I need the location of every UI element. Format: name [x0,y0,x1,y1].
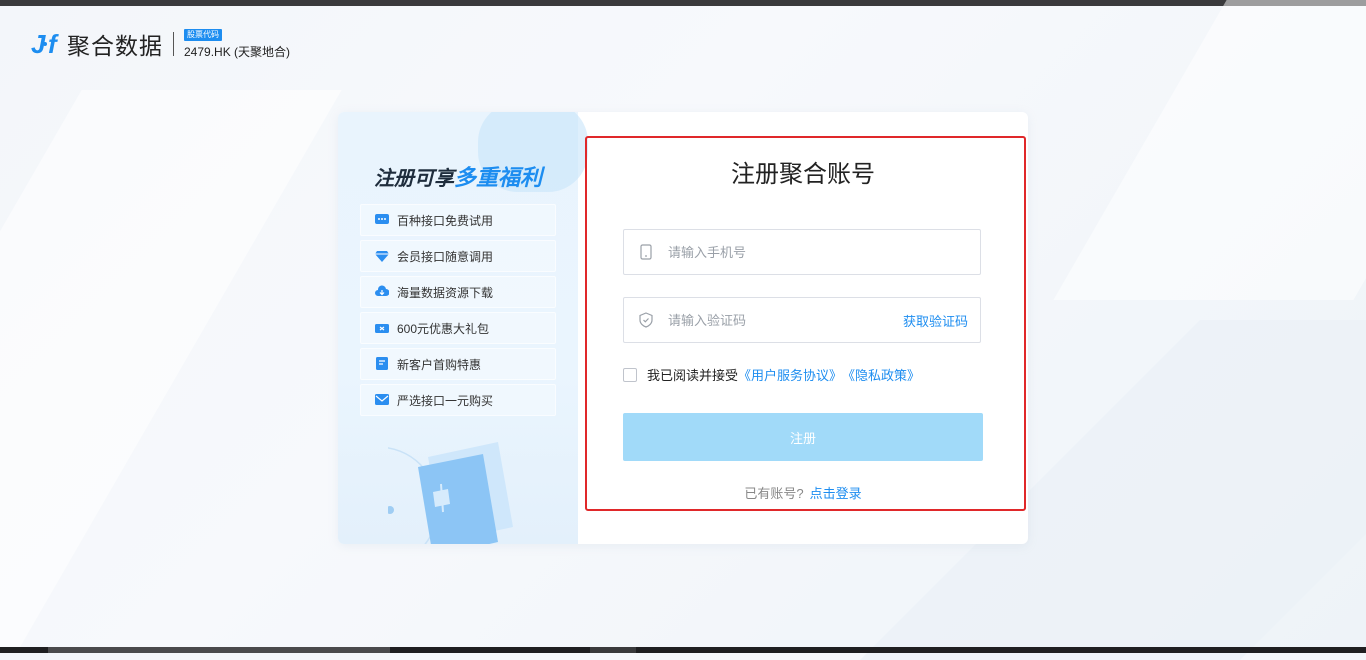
taskbar-segment [48,647,390,653]
benefit-label: 严选接口一元购买 [397,393,494,408]
benefit-item: 严选接口一元购买 [360,384,556,416]
promo-panel: 注册可享多重福利 百种接口免费试用 会员接口随意调用 海量数据资源下载 600元… [338,112,588,544]
terms-link[interactable]: 《用户服务协议》 [738,365,842,384]
logo-text: 聚合数据 [67,33,163,59]
promo-title-prefix: 注册可享 [374,168,454,190]
logo-divider [173,32,174,56]
benefit-item: 百种接口免费试用 [360,204,556,236]
promo-title-highlight: 多重福利 [454,165,543,190]
agreement-row: 我已阅读并接受 《用户服务协议》 《隐私政策》 [623,365,920,384]
benefit-item: 新客户首购特惠 [360,348,556,380]
juhe-logo-icon: Jf [31,29,57,59]
benefit-label: 新客户首购特惠 [397,357,482,372]
background-shape [1053,0,1366,300]
background-shape [0,90,342,650]
benefit-list: 百种接口免费试用 会员接口随意调用 海量数据资源下载 600元优惠大礼包 新客户… [360,204,556,420]
login-link[interactable]: 点击登录 [810,486,862,501]
shield-check-icon [639,312,653,328]
benefit-item: 600元优惠大礼包 [360,312,556,344]
benefit-label: 会员接口随意调用 [397,249,494,264]
privacy-link[interactable]: 《隐私政策》 [842,365,920,384]
code-field[interactable]: 获取验证码 [623,297,981,343]
promo-title: 注册可享多重福利 [374,160,542,192]
code-input[interactable] [666,311,903,329]
phone-field[interactable] [623,229,981,275]
benefit-item: 会员接口随意调用 [360,240,556,272]
benefit-item: 海量数据资源下载 [360,276,556,308]
register-card: 注册可享多重福利 百种接口免费试用 会员接口随意调用 海量数据资源下载 600元… [338,112,1028,544]
login-prompt: 已有账号? 点击登录 [578,483,1028,502]
stock-info: 股票代码 2479.HK (天聚地合) [184,28,291,60]
site-logo[interactable]: Jf 聚合数据 股票代码 2479.HK (天聚地合) [31,27,290,61]
benefit-label: 600元优惠大礼包 [397,321,490,336]
register-form: 注册聚合账号 获取验证码 我已阅读并接受 《用户服务协议》 《隐私政策》 注册 … [578,112,1028,544]
phone-input[interactable] [666,243,980,261]
agree-checkbox[interactable] [623,367,637,382]
cloud-download-icon [375,285,389,296]
taskbar-segment [590,647,636,653]
browser-bottom-bar [0,647,1366,653]
get-code-button[interactable]: 获取验证码 [903,311,968,330]
has-account-text: 已有账号? [744,486,804,501]
document-icon [376,357,388,370]
mail-icon [375,394,389,405]
form-title: 注册聚合账号 [731,161,875,188]
benefit-label: 百种接口免费试用 [397,213,494,228]
diamond-icon [375,251,389,262]
coupon-icon [375,324,389,333]
phone-icon [640,244,652,260]
gift-box-illustration [388,442,513,544]
stock-code: 2479.HK (天聚地合) [184,44,291,59]
stock-badge: 股票代码 [184,28,222,41]
chat-icon [375,214,389,224]
benefit-label: 海量数据资源下载 [397,285,494,300]
agree-text: 我已阅读并接受 [647,368,739,383]
register-button[interactable]: 注册 [623,413,983,461]
browser-top-bar [0,0,1366,6]
